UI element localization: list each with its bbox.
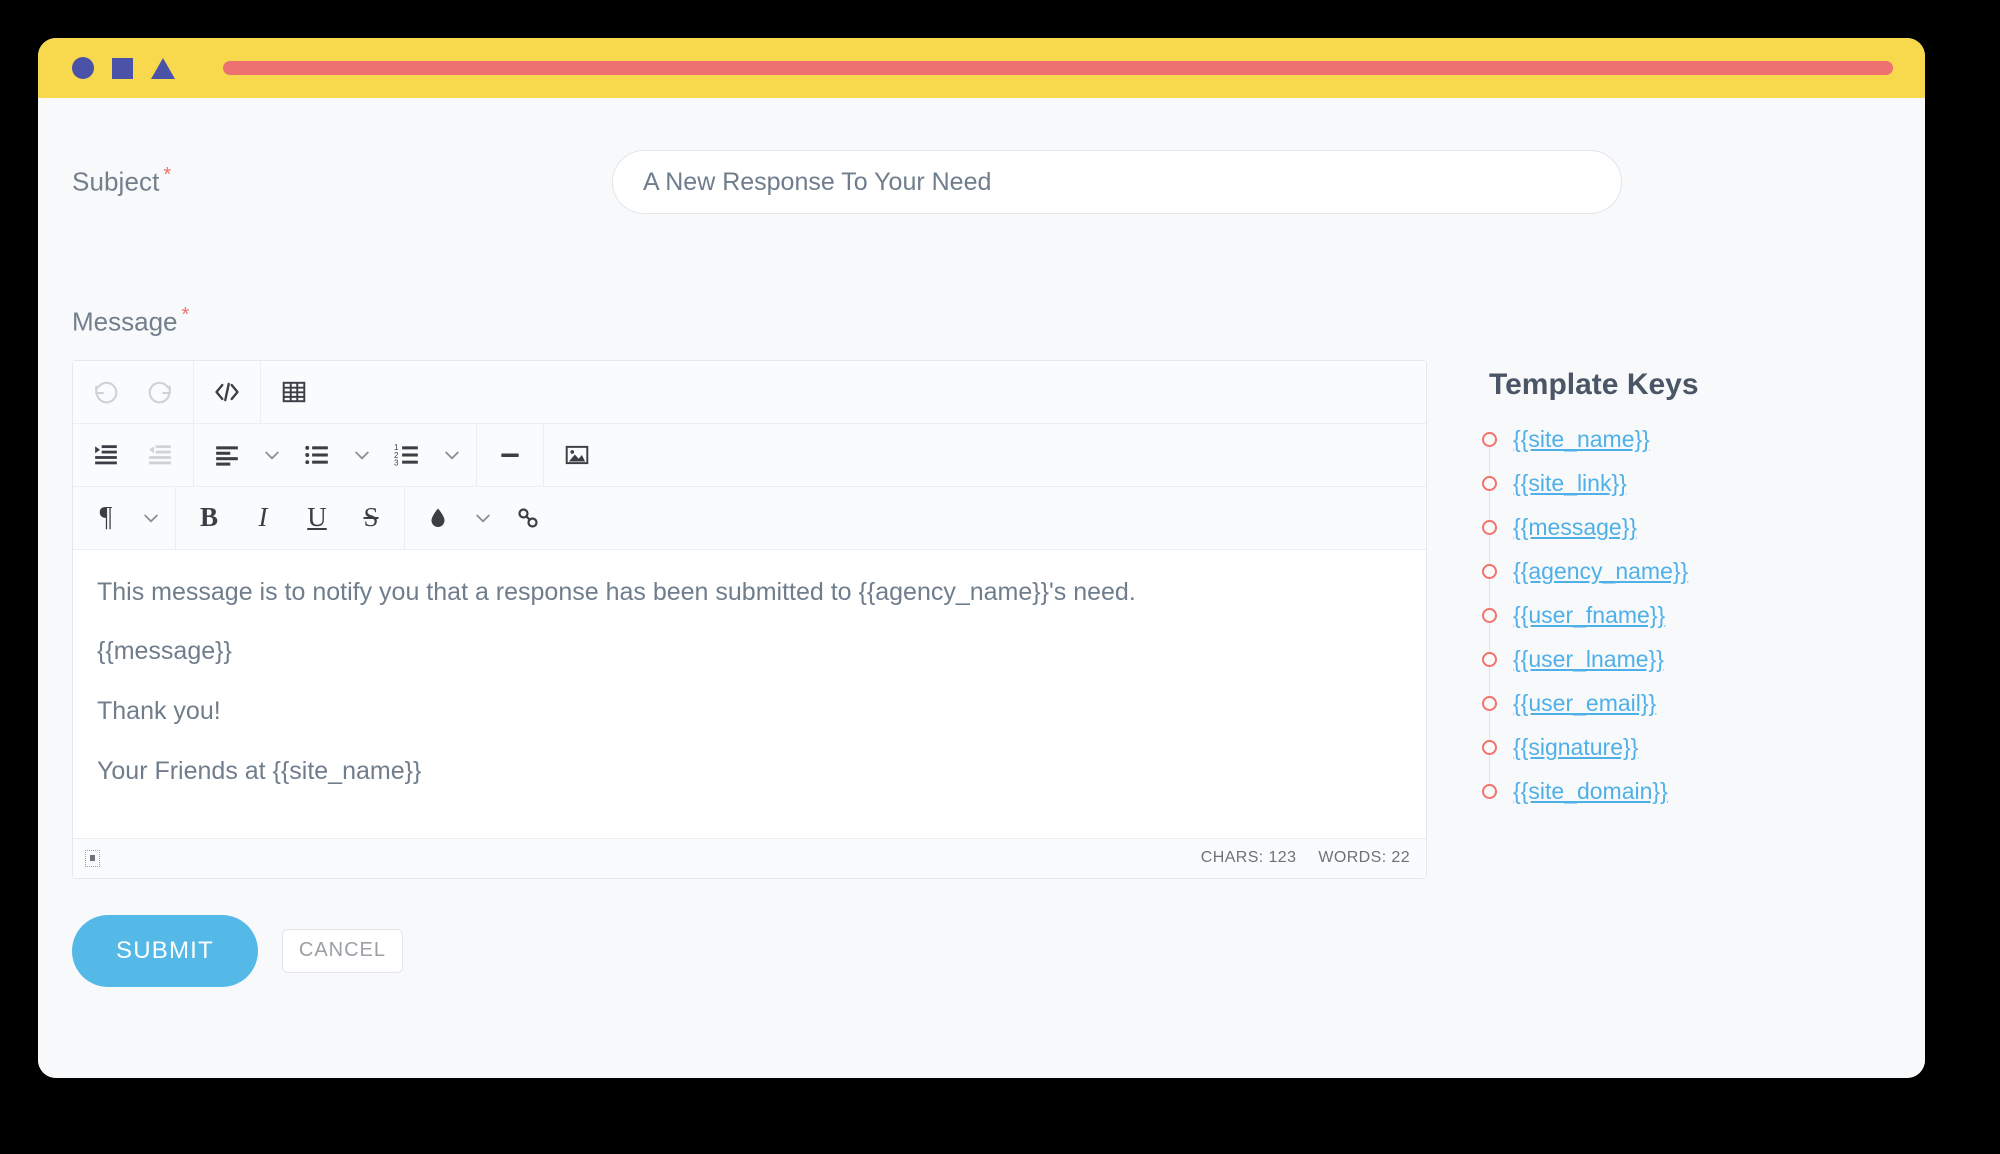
- toolbar-group-paragraph: ¶: [73, 486, 176, 549]
- list-item[interactable]: {{site_name}}: [1479, 418, 1879, 462]
- editor-paragraph: {{message}}: [97, 637, 232, 666]
- toolbar-group-lists: 123: [194, 423, 477, 486]
- toolbar-group-hr: [477, 423, 544, 486]
- rich-text-editor: 123 ¶ B I U S This message is to notify …: [72, 359, 1427, 879]
- editor-paragraph: Your Friends at {{site_name}}: [97, 756, 422, 785]
- horizontal-rule-icon[interactable]: [483, 424, 537, 486]
- align-dropdown-chevron-down-icon[interactable]: [254, 424, 290, 486]
- template-key-link[interactable]: {{signature}}: [1513, 734, 1638, 761]
- ordered-list-icon[interactable]: 123: [380, 424, 434, 486]
- align-left-icon[interactable]: [200, 424, 254, 486]
- message-required-marker: *: [181, 304, 190, 326]
- template-key-link[interactable]: {{user_fname}}: [1513, 602, 1665, 629]
- circle-bullet-icon: [1482, 740, 1497, 756]
- subject-input[interactable]: [612, 150, 1622, 214]
- circle-bullet-icon: [1482, 784, 1497, 800]
- outdent-icon[interactable]: [133, 424, 187, 486]
- list-item[interactable]: {{site_link}}: [1479, 462, 1879, 506]
- circle-bullet-icon: [1482, 652, 1497, 668]
- strikethrough-icon[interactable]: S: [344, 487, 398, 549]
- cancel-button[interactable]: CANCEL: [281, 928, 404, 973]
- text-color-icon[interactable]: [411, 487, 465, 549]
- list-item[interactable]: {{message}}: [1479, 506, 1879, 550]
- list-item[interactable]: {{user_email}}: [1479, 682, 1879, 726]
- template-key-link[interactable]: {{site_name}}: [1513, 426, 1650, 453]
- toolbar-row-1: [73, 360, 1426, 424]
- toolbar-group-table: [261, 361, 327, 423]
- char-count: CHARS: 123: [1200, 849, 1297, 867]
- subject-required-marker: *: [163, 164, 172, 186]
- resize-handle-icon[interactable]: [85, 849, 100, 867]
- editor-content[interactable]: This message is to notify you that a res…: [73, 549, 1426, 838]
- message-label: Message *: [38, 214, 1925, 338]
- form-actions: SUBMIT CANCEL: [38, 879, 1925, 987]
- circle-bullet-icon: [1482, 608, 1497, 624]
- paragraph-format-icon[interactable]: ¶: [79, 487, 133, 549]
- subject-label-text: Subject: [72, 166, 160, 197]
- window-controls: [72, 57, 175, 79]
- submit-button[interactable]: SUBMIT: [72, 914, 258, 987]
- editor-counts: CHARS: 123 WORDS: 22: [1201, 849, 1410, 867]
- subject-label: Subject *: [72, 150, 612, 198]
- template-keys-list: {{site_name}} {{site_link}} {{message}} …: [1479, 418, 1879, 814]
- ordered-list-dropdown-chevron-down-icon[interactable]: [434, 424, 470, 486]
- paragraph-format-dropdown-chevron-down-icon[interactable]: [133, 487, 169, 549]
- template-key-link[interactable]: {{user_email}}: [1513, 690, 1656, 717]
- redo-icon[interactable]: [133, 361, 187, 423]
- underline-icon[interactable]: U: [290, 487, 344, 549]
- undo-icon[interactable]: [79, 361, 133, 423]
- toolbar-row-3: ¶ B I U S: [73, 486, 1426, 550]
- circle-bullet-icon: [1482, 520, 1497, 536]
- toolbar-group-indent: [73, 423, 194, 486]
- circle-bullet-icon: [1482, 696, 1497, 712]
- template-key-link[interactable]: {{message}}: [1513, 514, 1637, 541]
- toolbar-group-image: [544, 424, 610, 486]
- template-key-link[interactable]: {{site_link}}: [1513, 470, 1627, 497]
- template-key-link[interactable]: {{agency_name}}: [1513, 558, 1688, 585]
- italic-icon[interactable]: I: [236, 487, 290, 549]
- app-window: Subject* Message*: [38, 38, 1925, 1078]
- toolbar-group-history: [73, 360, 194, 423]
- list-item[interactable]: {{signature}}: [1479, 726, 1879, 770]
- browser-titlebar: [38, 38, 1925, 98]
- template-key-link[interactable]: {{site_domain}}: [1513, 778, 1668, 805]
- editor-status-bar: CHARS: 123 WORDS: 22: [73, 837, 1426, 878]
- circle-bullet-icon: [1482, 476, 1497, 492]
- image-icon[interactable]: [550, 424, 604, 486]
- subject-field-row: Subject *: [38, 98, 1925, 214]
- toolbar-group-codeview: [194, 360, 261, 423]
- svg-text:3: 3: [394, 458, 399, 467]
- page-content: Subject* Message*: [38, 98, 1925, 1078]
- square-dot-icon[interactable]: [112, 57, 133, 79]
- list-item[interactable]: {{agency_name}}: [1479, 550, 1879, 594]
- indent-icon[interactable]: [79, 424, 133, 486]
- word-count: WORDS: 22: [1318, 849, 1410, 867]
- circle-bullet-icon: [1482, 432, 1497, 448]
- editor-paragraph: Thank you!: [97, 697, 221, 726]
- message-label-text: Message: [72, 306, 178, 337]
- list-item[interactable]: {{site_domain}}: [1479, 770, 1879, 814]
- template-keys-panel: Template Keys {{site_name}} {{site_link}…: [1479, 360, 1879, 814]
- template-key-link[interactable]: {{user_lname}}: [1513, 646, 1664, 673]
- editor-paragraph: This message is to notify you that a res…: [97, 577, 1136, 606]
- bold-icon[interactable]: B: [182, 487, 236, 549]
- circle-bullet-icon: [1482, 564, 1497, 580]
- text-color-dropdown-chevron-down-icon[interactable]: [465, 487, 501, 549]
- circle-dot-icon[interactable]: [72, 57, 94, 79]
- editor-area: 123 ¶ B I U S This message is to notify …: [38, 338, 1925, 879]
- unordered-list-icon[interactable]: [290, 424, 344, 486]
- list-item[interactable]: {{user_fname}}: [1479, 594, 1879, 638]
- toolbar-row-2: 123: [73, 423, 1426, 487]
- table-icon[interactable]: [267, 361, 321, 423]
- list-item[interactable]: {{user_lname}}: [1479, 638, 1879, 682]
- code-view-icon[interactable]: [200, 361, 254, 423]
- link-icon[interactable]: [501, 487, 555, 549]
- toolbar-group-color-link: [405, 487, 561, 549]
- triangle-dot-icon[interactable]: [151, 57, 175, 79]
- unordered-list-dropdown-chevron-down-icon[interactable]: [344, 424, 380, 486]
- template-keys-title: Template Keys: [1489, 367, 1699, 401]
- toolbar-group-style: B I U S: [176, 486, 405, 549]
- address-bar[interactable]: [223, 61, 1893, 75]
